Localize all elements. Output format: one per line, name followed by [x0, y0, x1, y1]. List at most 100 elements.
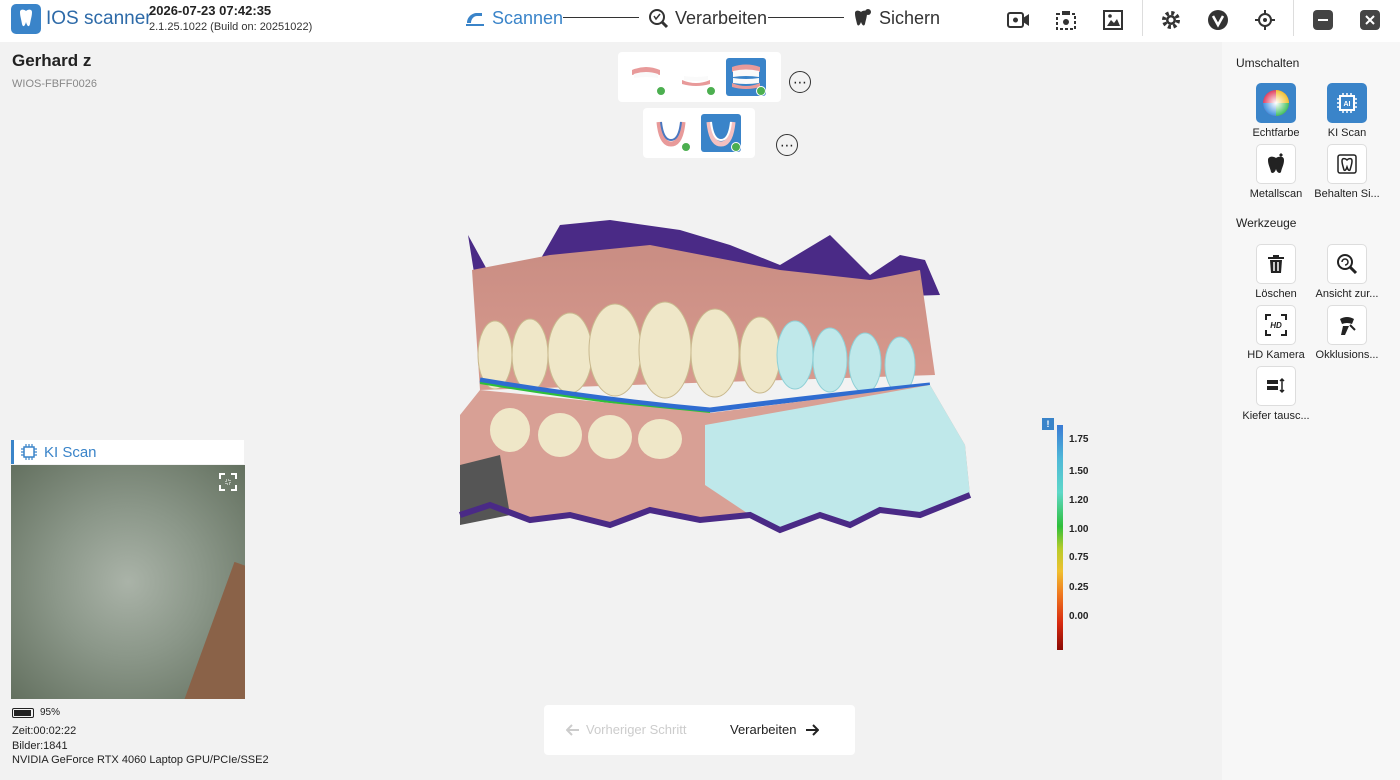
patient-id: WIOS-FBFF0026: [12, 78, 97, 90]
done-check-icon: [681, 142, 691, 152]
preview-tissue: [179, 561, 245, 699]
distance-color-legend: [1057, 425, 1063, 650]
vendor-logo-icon[interactable]: [1205, 7, 1231, 33]
step-verarbeiten-label: Verarbeiten: [675, 7, 768, 28]
header-divider: [1142, 0, 1143, 36]
patient-name: Gerhard z: [12, 51, 92, 70]
gallery-icon[interactable]: [1100, 7, 1126, 33]
upper-jaw-thumbnail[interactable]: [626, 58, 666, 96]
app-title: IOS scanner: [46, 8, 152, 29]
done-check-icon: [706, 86, 716, 96]
okklusion-button[interactable]: Okklusions...: [1307, 305, 1387, 361]
next-step-label: Verarbeiten: [730, 722, 797, 737]
legend-value: 0.75: [1069, 552, 1089, 563]
svg-text:HD: HD: [1270, 321, 1282, 330]
step-scannen-label: Scannen: [492, 7, 564, 28]
hd-camera-icon: HD: [1256, 305, 1296, 345]
app-logo-icon: [11, 4, 41, 34]
ai-chip-icon: [21, 444, 37, 460]
jaw-selector-top: [618, 52, 781, 102]
target-icon[interactable]: [1252, 7, 1278, 33]
screenshot-icon[interactable]: [1053, 7, 1079, 33]
settings-icon[interactable]: [1158, 7, 1184, 33]
arrow-left-icon: [566, 723, 579, 736]
kiefer-tauschen-button[interactable]: Kiefer tausc...: [1236, 366, 1316, 422]
bottom-navigation: Vorheriger Schritt Verarbeiten: [544, 705, 855, 755]
hd-kamera-button[interactable]: HD HD Kamera: [1236, 305, 1316, 361]
battery-fill: [14, 709, 32, 716]
echtfarbe-button[interactable]: Echtfarbe: [1236, 83, 1316, 139]
kiefer-tauschen-label: Kiefer tausc...: [1242, 410, 1310, 422]
expand-icon[interactable]: [219, 473, 237, 491]
done-check-icon: [656, 86, 666, 96]
hd-kamera-label: HD Kamera: [1247, 349, 1305, 361]
loeschen-button[interactable]: Löschen: [1236, 244, 1316, 300]
legend-value: 1.00: [1069, 524, 1089, 535]
scan-time: Zeit:00:02:22: [12, 725, 77, 737]
metallscan-label: Metallscan: [1249, 188, 1303, 200]
ai-chip-icon: AI: [1327, 83, 1367, 123]
behalten-label: Behalten Si...: [1314, 188, 1380, 200]
version-info: 2.1.25.1022 (Build on: 20251022): [149, 21, 313, 33]
ansicht-button[interactable]: Ansicht zur...: [1307, 244, 1387, 300]
behalten-button[interactable]: Behalten Si...: [1307, 144, 1387, 200]
battery-icon: [12, 707, 34, 718]
next-step-button[interactable]: Verarbeiten: [730, 722, 819, 737]
image-count: Bilder:1841: [12, 740, 68, 752]
legend-value: 1.75: [1069, 434, 1089, 445]
previous-step-button[interactable]: Vorheriger Schritt: [566, 722, 686, 737]
step-sichern[interactable]: Sichern: [851, 7, 940, 29]
legend-value: 1.20: [1069, 495, 1089, 506]
scan-icon: [466, 13, 484, 26]
dental-3d-model[interactable]: [450, 215, 975, 535]
done-check-icon: [731, 142, 741, 152]
tools-section-title: Werkzeuge: [1236, 216, 1297, 230]
zoom-reset-icon: [1327, 244, 1367, 284]
step-connector: [563, 17, 639, 18]
arrow-right-icon: [805, 723, 819, 736]
swap-jaw-icon: [1256, 366, 1296, 406]
preview-title: KI Scan: [44, 443, 97, 461]
step-sichern-label: Sichern: [879, 7, 941, 28]
legend-value: 1.50: [1069, 466, 1089, 477]
legend-value: 0.25: [1069, 582, 1089, 593]
echtfarbe-label: Echtfarbe: [1252, 127, 1300, 139]
preview-header: KI Scan: [11, 440, 244, 464]
legend-value: 0.00: [1069, 611, 1089, 622]
step-scannen[interactable]: Scannen: [464, 7, 563, 29]
battery-percent: 95%: [40, 707, 61, 718]
switch-section-title: Umschalten: [1236, 56, 1300, 70]
okklusion-label: Okklusions...: [1315, 349, 1379, 361]
ansicht-label: Ansicht zur...: [1315, 288, 1379, 300]
ki-scan-button[interactable]: AI KI Scan: [1307, 83, 1387, 139]
datetime: 2026-07-23 07:42:35: [149, 3, 272, 18]
save-tooth-icon: [855, 9, 871, 26]
keep-tooth-icon: [1327, 144, 1367, 184]
occlusion-icon: [1327, 305, 1367, 345]
process-icon: [649, 9, 669, 29]
arch-view-thumbnail[interactable]: [651, 114, 691, 152]
close-icon[interactable]: [1357, 7, 1383, 33]
legend-info-icon[interactable]: !: [1042, 418, 1054, 430]
svg-text:AI: AI: [1344, 101, 1351, 108]
camera-live-view[interactable]: [11, 465, 245, 699]
header-divider: [1293, 0, 1294, 36]
minimize-icon[interactable]: [1310, 7, 1336, 33]
more-options-icon[interactable]: ⋯: [776, 134, 798, 156]
jaw-selector-bottom: [643, 108, 755, 158]
more-options-icon[interactable]: ⋯: [789, 71, 811, 93]
step-verarbeiten[interactable]: Verarbeiten: [647, 7, 767, 29]
trash-icon: [1256, 244, 1296, 284]
step-connector: [768, 17, 844, 18]
title-bar: IOS scanner 2026-07-23 07:42:35 2.1.25.1…: [0, 0, 1400, 42]
video-record-icon[interactable]: [1006, 7, 1032, 33]
loeschen-label: Löschen: [1255, 288, 1297, 300]
ki-scan-label: KI Scan: [1327, 127, 1367, 139]
arch-bite-thumbnail[interactable]: [701, 114, 741, 152]
metallscan-button[interactable]: Metallscan: [1236, 144, 1316, 200]
metal-tooth-icon: [1256, 144, 1296, 184]
bite-thumbnail[interactable]: [726, 58, 766, 96]
lower-jaw-thumbnail[interactable]: [676, 58, 716, 96]
battery-status: 95%: [12, 707, 60, 718]
done-check-icon: [756, 86, 766, 96]
